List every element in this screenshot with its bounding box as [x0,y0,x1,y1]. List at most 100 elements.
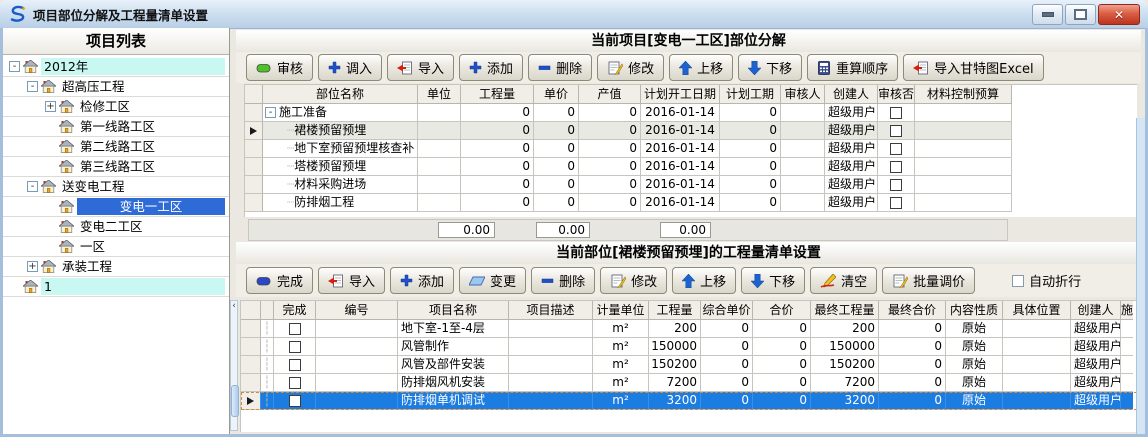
complete-button[interactable]: 完成 [246,267,313,294]
cell-part-name[interactable]: -施工准备 [263,104,418,122]
cell-audited[interactable] [878,140,915,158]
row-selector[interactable] [241,338,261,356]
cell-location[interactable] [1003,392,1071,410]
scroll-left-arrow-icon[interactable]: ‹ [231,301,237,311]
cell-code[interactable] [316,392,398,410]
row-selector[interactable] [241,392,261,410]
cell-item-name[interactable]: 风管制作 [398,338,509,356]
cell-creator[interactable]: 超级用户 [1071,356,1121,374]
cell-period[interactable]: 0 [720,176,781,194]
cell-quantity[interactable]: 150000 [649,338,701,356]
cell-final-total[interactable]: 0 [879,356,946,374]
cell-unit[interactable] [418,194,461,212]
cell-period[interactable]: 0 [720,104,781,122]
cell-part-name[interactable]: ┈裙楼预留预埋 [263,122,418,140]
tree-item-label[interactable]: 第三线路工区 [77,158,158,175]
audit-button[interactable]: 审核 [246,54,313,81]
cell-code[interactable] [316,320,398,338]
cell-creator[interactable]: 超级用户 [825,176,878,194]
cell-period[interactable]: 0 [720,194,781,212]
move-up-button[interactable]: 上移 [669,54,733,81]
tree-item-ultra-high-voltage[interactable]: -超高压工程 [3,77,229,97]
cell-comp-price[interactable]: 0 [701,374,753,392]
cell-creator[interactable]: 超级用户 [825,122,878,140]
import-button[interactable]: 导入 [387,54,454,81]
cell-quantity[interactable]: 7200 [649,374,701,392]
modify-button[interactable]: 修改 [597,54,664,81]
cell-unit-price[interactable]: 0 [534,140,579,158]
cell-part-name[interactable]: ┈塔楼预留预埋 [263,158,418,176]
tree-item-label[interactable]: 变电一工区 [77,198,225,215]
titlebar[interactable]: 项目部位分解及工程量清单设置 ✕ [0,0,1148,29]
cell-material-budget[interactable] [915,104,1012,122]
cell-material-budget[interactable] [915,194,1012,212]
complete-checkbox[interactable] [289,323,301,335]
autowrap-option[interactable]: 自动折行 [1012,271,1081,290]
cell-code[interactable] [316,374,398,392]
cell-output[interactable]: 0 [579,140,641,158]
cell-unit[interactable] [418,176,461,194]
audit-checkbox[interactable] [890,125,902,137]
tree-item-label[interactable]: 第一线路工区 [77,118,158,135]
cell-audited[interactable] [878,122,915,140]
cell-location[interactable] [1003,320,1071,338]
cell-total-price[interactable]: 0 [753,392,811,410]
row-selector[interactable] [241,356,261,374]
cell-total-price[interactable]: 0 [753,338,811,356]
cell-measure-unit[interactable]: m² [593,374,649,392]
cell-part-name[interactable]: ┈地下室预留预埋核查补 [263,140,418,158]
maximize-button[interactable] [1065,4,1096,25]
batch-price-button[interactable]: 批量调价 [882,267,975,294]
import-button[interactable]: 导入 [318,267,385,294]
cell-measure-unit[interactable]: m² [593,392,649,410]
audit-checkbox[interactable] [890,179,902,191]
tree-item-2012[interactable]: -2012年 [3,57,229,77]
tree-item-label[interactable]: 承装工程 [59,258,115,275]
cell-final-total[interactable]: 0 [879,392,946,410]
cell-material-budget[interactable] [915,158,1012,176]
cell-part-name[interactable]: ┈材料采购进场 [263,176,418,194]
move-down-button[interactable]: 下移 [741,267,805,294]
cell-start-date[interactable]: 2016-01-14 [641,158,720,176]
cell-start-date[interactable]: 2016-01-14 [641,176,720,194]
cell-start-date[interactable]: 2016-01-14 [641,140,720,158]
cell-unit-price[interactable]: 0 [534,104,579,122]
cell-period[interactable]: 0 [720,158,781,176]
cell-measure-unit[interactable]: m² [593,320,649,338]
cell-final-quantity[interactable]: 150000 [811,338,879,356]
cell-total-price[interactable]: 0 [753,356,811,374]
tree-item-power-transmission[interactable]: -送变电工程 [3,177,229,197]
scrollbar-thumb[interactable] [231,385,239,417]
row-selector[interactable] [245,176,263,194]
cell-auditor[interactable] [781,176,825,194]
tree-item-label[interactable]: 变电二工区 [77,218,146,235]
complete-checkbox[interactable] [289,341,301,353]
cell-period[interactable]: 0 [720,140,781,158]
cell-material-budget[interactable] [915,176,1012,194]
left-scrollbar[interactable]: ‹ [230,300,238,431]
minimize-button[interactable] [1032,4,1063,25]
cell-final-quantity[interactable]: 7200 [811,374,879,392]
cell-quantity[interactable]: 0 [461,140,534,158]
cell-output[interactable]: 0 [579,122,641,140]
cell-item-name[interactable]: 防排烟单机调试 [398,392,509,410]
cell-item-name[interactable]: 风管及部件安装 [398,356,509,374]
tree-item-label[interactable]: 送变电工程 [59,178,128,195]
cell-complete[interactable] [274,374,316,392]
tree-item-line1-area[interactable]: 第一线路工区 [3,117,229,137]
collapse-icon[interactable]: - [9,61,20,72]
cell-item-name[interactable]: 防排烟风机安装 [398,374,509,392]
move-down-button[interactable]: 下移 [738,54,802,81]
cell-period[interactable]: 0 [720,122,781,140]
import-gantt-excel-button[interactable]: 导入甘特图Excel [903,54,1043,81]
load-in-button[interactable]: 调入 [318,54,382,81]
cell-code[interactable] [316,356,398,374]
cell-comp-price[interactable]: 0 [701,320,753,338]
cell-comp-price[interactable]: 0 [701,356,753,374]
cell-unit[interactable] [418,104,461,122]
cell-item-desc[interactable] [509,356,593,374]
cell-output[interactable]: 0 [579,158,641,176]
row-selector[interactable] [245,194,263,212]
cell-nature[interactable]: 原始 [946,374,1003,392]
change-button[interactable]: 变更 [459,267,526,294]
